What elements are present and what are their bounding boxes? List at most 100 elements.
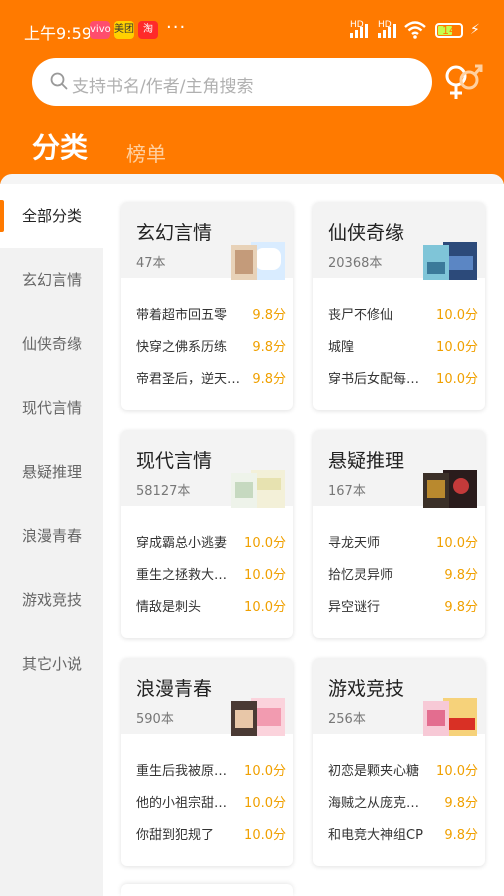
signal-icon-2 xyxy=(378,22,396,38)
book-covers xyxy=(423,470,477,508)
sidebar-item-youth[interactable]: 浪漫青春 xyxy=(0,504,103,568)
book-title: 快穿之佛系历练 xyxy=(136,340,228,355)
book-row[interactable]: 和电竞大神组CP 9.8分 xyxy=(328,822,478,846)
meituan-app-icon: 美团 xyxy=(114,21,134,39)
book-score: 10.0分 xyxy=(436,536,478,551)
card-title: 悬疑推理 xyxy=(328,450,405,472)
book-score: 10.0分 xyxy=(244,764,286,779)
tab-category[interactable]: 分类 xyxy=(32,126,88,166)
book-score: 9.8分 xyxy=(444,600,478,615)
tab-ranking[interactable]: 榜单 xyxy=(126,138,166,167)
book-row[interactable]: 穿成霸总小逃妻 10.0分 xyxy=(136,530,286,554)
book-row[interactable]: 海贼之从庞克… 9.8分 xyxy=(328,790,478,814)
category-card-modern-romance[interactable]: 现代言情 58127本 穿成霸总小逃妻 10.0分 重生之拯救大… 10.0分 … xyxy=(121,430,293,638)
book-score: 9.8分 xyxy=(444,796,478,811)
book-score: 9.8分 xyxy=(444,568,478,583)
book-score: 10.0分 xyxy=(244,828,286,843)
sidebar-item-all[interactable]: 全部分类 xyxy=(0,184,103,248)
book-row[interactable]: 快穿之佛系历练 9.8分 xyxy=(136,334,286,358)
sidebar-item-label: 其它小说 xyxy=(22,655,83,673)
gender-switch-icon[interactable] xyxy=(442,62,484,102)
book-score: 10.0分 xyxy=(244,536,286,551)
battery-indicator: 14 xyxy=(435,23,463,38)
category-card-youth[interactable]: 浪漫青春 590本 重生后我被原… 10.0分 他的小祖宗甜… 10.0分 你甜… xyxy=(121,658,293,866)
more-notifications-icon: ··· xyxy=(166,17,187,38)
book-title: 海贼之从庞克… xyxy=(328,796,420,811)
sidebar-item-xianxia[interactable]: 仙侠奇缘 xyxy=(0,312,103,376)
sidebar-item-other[interactable]: 其它小说 xyxy=(0,632,103,696)
sidebar-item-label: 玄幻言情 xyxy=(22,271,83,289)
status-time: 上午9:59 xyxy=(24,24,92,43)
search-bar[interactable]: 支持书名/作者/主角搜索 xyxy=(32,58,432,106)
book-row[interactable]: 丧尸不修仙 10.0分 xyxy=(328,302,478,326)
book-row[interactable]: 寻龙天师 10.0分 xyxy=(328,530,478,554)
book-covers xyxy=(423,242,477,280)
card-title: 浪漫青春 xyxy=(136,678,213,700)
active-indicator xyxy=(0,200,4,232)
vivo-app-icon: vivo xyxy=(90,21,111,39)
book-score: 10.0分 xyxy=(436,308,478,323)
book-row[interactable]: 初恋是颗夹心糖 10.0分 xyxy=(328,758,478,782)
wifi-icon xyxy=(404,21,426,39)
category-card-mystery[interactable]: 悬疑推理 167本 寻龙天师 10.0分 拾忆灵异师 9.8分 异空谜行 9.8… xyxy=(313,430,485,638)
book-row[interactable]: 帝君圣后，逆天… 9.8分 xyxy=(136,366,286,390)
book-row[interactable]: 他的小祖宗甜… 10.0分 xyxy=(136,790,286,814)
book-row[interactable]: 你甜到犯规了 10.0分 xyxy=(136,822,286,846)
category-card-gaming[interactable]: 游戏竞技 256本 初恋是颗夹心糖 10.0分 海贼之从庞克… 9.8分 和电竞… xyxy=(313,658,485,866)
book-covers xyxy=(231,470,285,508)
book-score: 10.0分 xyxy=(244,796,286,811)
category-card-xianxia[interactable]: 仙侠奇缘 20368本 丧尸不修仙 10.0分 城隍 10.0分 穿书后女配每…… xyxy=(313,202,485,410)
book-covers xyxy=(231,698,285,736)
sidebar-item-label: 全部分类 xyxy=(22,207,83,225)
status-bar: 上午9:59 vivo 美团 淘 ··· HD HD 14 ⚡ xyxy=(0,0,504,60)
book-title: 你甜到犯规了 xyxy=(136,828,215,843)
book-row[interactable]: 拾忆灵异师 9.8分 xyxy=(328,562,478,586)
sidebar-item-gaming[interactable]: 游戏竞技 xyxy=(0,568,103,632)
sidebar-item-mystery[interactable]: 悬疑推理 xyxy=(0,440,103,504)
card-title: 仙侠奇缘 xyxy=(328,222,405,244)
search-icon xyxy=(50,72,68,90)
charging-icon: ⚡ xyxy=(470,22,480,38)
book-title: 重生之拯救大… xyxy=(136,568,228,583)
book-row[interactable]: 情敌是刺头 10.0分 xyxy=(136,594,286,618)
book-title: 异空谜行 xyxy=(328,600,381,615)
sidebar-item-fantasy-romance[interactable]: 玄幻言情 xyxy=(0,248,103,312)
category-sidebar: 全部分类 玄幻言情 仙侠奇缘 现代言情 悬疑推理 浪漫青春 游戏竞技 其它小说 xyxy=(0,184,103,896)
book-score: 10.0分 xyxy=(436,340,478,355)
book-title: 带着超市回五零 xyxy=(136,308,228,323)
card-title: 游戏竞技 xyxy=(328,678,405,700)
book-score: 9.8分 xyxy=(444,828,478,843)
book-title: 和电竞大神组CP xyxy=(328,828,423,843)
book-score: 9.8分 xyxy=(252,308,286,323)
book-score: 10.0分 xyxy=(244,600,286,615)
book-row[interactable]: 重生之拯救大… 10.0分 xyxy=(136,562,286,586)
book-row[interactable]: 异空谜行 9.8分 xyxy=(328,594,478,618)
book-title: 他的小祖宗甜… xyxy=(136,796,228,811)
book-covers xyxy=(231,242,285,280)
card-count: 20368本 xyxy=(328,256,383,271)
category-card-partial[interactable] xyxy=(121,884,293,896)
sidebar-item-label: 游戏竞技 xyxy=(22,591,83,609)
card-title: 玄幻言情 xyxy=(136,222,213,244)
category-card-fantasy-romance[interactable]: 玄幻言情 47本 带着超市回五零 9.8分 快穿之佛系历练 9.8分 帝君圣后，… xyxy=(121,202,293,410)
book-title: 帝君圣后，逆天… xyxy=(136,372,241,387)
sidebar-item-modern-romance[interactable]: 现代言情 xyxy=(0,376,103,440)
card-title: 现代言情 xyxy=(136,450,213,472)
book-row[interactable]: 带着超市回五零 9.8分 xyxy=(136,302,286,326)
sidebar-item-label: 悬疑推理 xyxy=(22,463,83,481)
search-placeholder: 支持书名/作者/主角搜索 xyxy=(72,77,254,97)
book-covers xyxy=(423,698,477,736)
book-row[interactable]: 城隍 10.0分 xyxy=(328,334,478,358)
book-title: 情敌是刺头 xyxy=(136,600,202,615)
book-title: 初恋是颗夹心糖 xyxy=(328,764,420,779)
card-count: 167本 xyxy=(328,484,366,499)
book-score: 10.0分 xyxy=(436,372,478,387)
book-row[interactable]: 重生后我被原… 10.0分 xyxy=(136,758,286,782)
book-row[interactable]: 穿书后女配每… 10.0分 xyxy=(328,366,478,390)
sidebar-item-label: 现代言情 xyxy=(22,399,83,417)
book-title: 寻龙天师 xyxy=(328,536,381,551)
card-count: 590本 xyxy=(136,712,174,727)
battery-level: 14 xyxy=(442,24,456,37)
taobao-app-icon: 淘 xyxy=(138,21,158,39)
sidebar-item-label: 仙侠奇缘 xyxy=(22,335,83,353)
